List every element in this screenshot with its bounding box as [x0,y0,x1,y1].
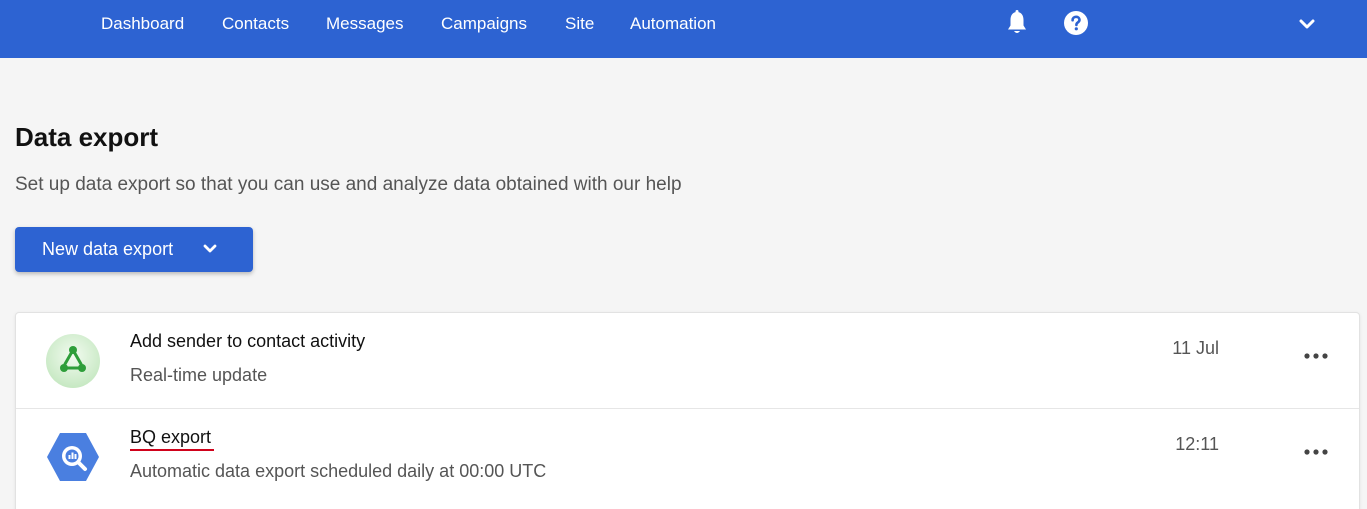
top-nav-bar: Dashboard Contacts Messages Campaigns Si… [0,0,1367,58]
new-data-export-label: New data export [42,239,174,259]
nav-dashboard[interactable]: Dashboard [101,12,184,36]
export-title: Add sender to contact activity [130,331,366,351]
export-row[interactable]: Add sender to contact activity Real-time… [16,313,1359,408]
nav-site[interactable]: Site [565,12,594,36]
chevron-down-icon [203,242,217,260]
export-subtitle: Automatic data export scheduled daily at… [130,461,547,481]
nav-messages[interactable]: Messages [326,12,403,36]
nav-automation[interactable]: Automation [630,12,716,36]
export-subtitle: Real-time update [130,365,268,385]
new-data-export-button[interactable]: New data export [15,227,253,272]
nav-campaigns[interactable]: Campaigns [441,12,527,36]
webhook-icon [45,333,101,389]
bigquery-icon [45,429,101,485]
more-options-icon[interactable] [1303,445,1331,457]
export-title: BQ export [130,427,212,447]
export-row[interactable]: BQ export Automatic data export schedule… [16,408,1359,503]
page-title: Data export [15,122,159,152]
more-options-icon[interactable] [1303,349,1331,361]
page-description: Set up data export so that you can use a… [15,174,682,195]
nav-contacts[interactable]: Contacts [222,12,289,36]
chevron-down-icon[interactable] [1299,17,1315,29]
export-list: Add sender to contact activity Real-time… [15,312,1360,509]
export-time: 11 Jul [1172,338,1219,358]
bell-icon[interactable] [1006,10,1028,36]
help-icon[interactable] [1064,11,1088,35]
export-time: 12:11 [1175,434,1219,454]
title-underline [130,449,214,451]
